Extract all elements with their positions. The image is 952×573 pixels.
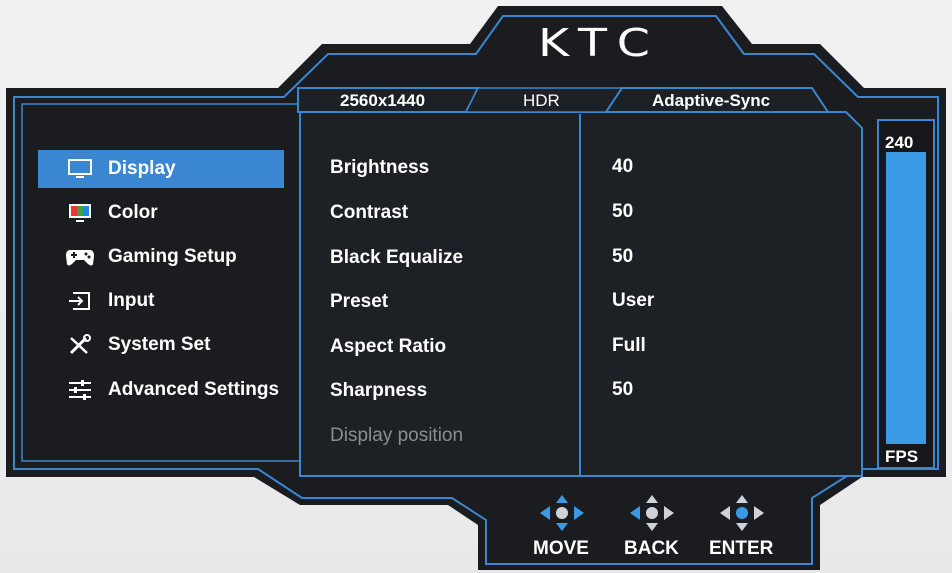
input-icon [64,288,96,314]
nav-move-label: MOVE [533,538,589,559]
setting-aspect-ratio[interactable]: Aspect Ratio [330,337,446,356]
menu-item-label: Color [108,202,158,223]
tab-adaptive-sync[interactable]: Adaptive-Sync [652,91,770,111]
tab-resolution[interactable]: 2560x1440 [340,91,425,111]
menu-item-display[interactable]: Display [38,150,284,188]
fps-unit: FPS [885,447,919,466]
tools-icon [64,332,96,358]
value-brightness: 40 [612,156,634,177]
nav-back-label: BACK [624,538,679,559]
nav-enter-label: ENTER [709,538,774,559]
menu-item-gaming-setup[interactable]: Gaming Setup [38,238,284,276]
menu-item-advanced-settings[interactable]: Advanced Settings [38,371,284,409]
setting-black-equalize[interactable]: Black Equalize [330,248,463,267]
setting-display-position: Display position [330,425,464,446]
setting-contrast[interactable]: Contrast [330,203,408,222]
osd-menu: KTC 2560x1440 HDR Adaptive-Sync Display … [0,0,952,573]
value-contrast: 50 [612,201,634,222]
brand-logo: KTC [538,21,663,65]
setting-sharpness[interactable]: Sharpness [330,381,427,400]
color-icon [64,200,96,226]
menu-item-label: Advanced Settings [108,379,280,400]
menu-item-system-set[interactable]: System Set [38,326,284,364]
monitor-icon [64,156,96,182]
value-aspect-ratio: Full [612,335,646,356]
menu-item-input[interactable]: Input [38,282,284,320]
menu-item-label: Input [108,290,155,311]
sliders-icon [64,377,96,403]
setting-brightness[interactable]: Brightness [330,158,429,177]
value-black-equalize: 50 [612,246,634,267]
fps-value: 240 [885,133,914,152]
fps-bar-fill [886,152,926,444]
tab-hdr[interactable]: HDR [523,91,560,111]
value-sharpness: 50 [612,379,634,400]
menu-item-label: System Set [108,334,211,355]
menu-item-color[interactable]: Color [38,194,284,232]
setting-preset[interactable]: Preset [330,292,388,311]
gamepad-icon [64,244,96,270]
menu-item-label: Gaming Setup [108,246,237,267]
menu-item-label: Display [108,158,176,179]
value-preset: User [612,290,655,311]
